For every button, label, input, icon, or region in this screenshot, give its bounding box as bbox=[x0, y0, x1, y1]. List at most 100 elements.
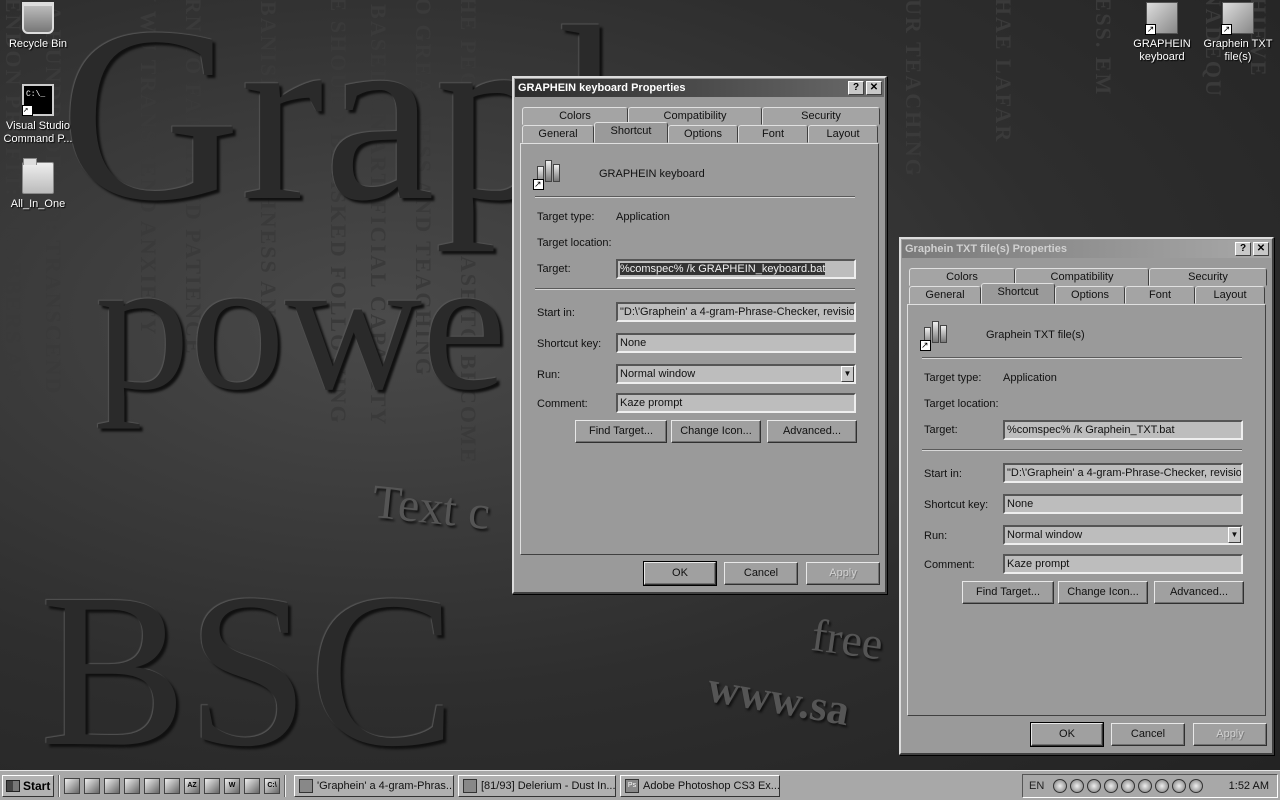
cancel-button[interactable]: Cancel bbox=[724, 562, 798, 585]
tab-row-back: Colors Compatibility Security bbox=[522, 107, 880, 125]
close-button[interactable]: ✕ bbox=[1253, 242, 1269, 256]
chevron-down-icon[interactable]: ▼ bbox=[841, 366, 854, 382]
desktop-icon-label: All_In_One bbox=[10, 198, 66, 210]
target-field[interactable]: %comspec% /k GRAPHEIN_keyboard.bat bbox=[616, 259, 856, 279]
sort-az-icon[interactable]: AZ bbox=[184, 777, 200, 794]
task-label: 'Graphein' a 4-gram-Phras... bbox=[317, 779, 454, 792]
app-icon[interactable] bbox=[144, 777, 160, 794]
tab-layout[interactable]: Layout bbox=[1195, 286, 1265, 304]
command-prompt-icon[interactable]: C:\ bbox=[264, 777, 280, 794]
tab-security[interactable]: Security bbox=[762, 107, 880, 125]
desktop-icon-all-in-one[interactable]: All_In_One bbox=[0, 158, 76, 211]
desktop-icon-graphein-txt[interactable]: ↗ Graphein TXT file(s) bbox=[1200, 2, 1276, 64]
titlebar[interactable]: GRAPHEIN keyboard Properties ? ✕ bbox=[515, 79, 884, 97]
advanced-button[interactable]: Advanced... bbox=[767, 420, 857, 443]
target-field[interactable]: %comspec% /k Graphein_TXT.bat bbox=[1003, 420, 1243, 440]
language-indicator[interactable]: EN bbox=[1029, 780, 1044, 792]
cancel-button[interactable]: Cancel bbox=[1111, 723, 1185, 746]
globe-icon[interactable] bbox=[1087, 779, 1102, 793]
settings-icon[interactable] bbox=[104, 777, 120, 794]
find-target-button[interactable]: Find Target... bbox=[962, 581, 1054, 604]
start-in-field[interactable]: "D:\'Graphein' a 4-gram-Phrase-Checker, … bbox=[1003, 463, 1243, 483]
comment-field[interactable]: Kaze prompt bbox=[616, 393, 856, 413]
shortcut-key-field[interactable]: None bbox=[1003, 494, 1243, 514]
tab-options[interactable]: Options bbox=[668, 125, 738, 143]
taskbar-button-media-player[interactable]: [81/93] Delerium - Dust In... bbox=[458, 774, 616, 797]
apply-button[interactable]: Apply bbox=[1193, 723, 1267, 746]
recycle-bin-icon bbox=[22, 2, 54, 34]
shortcut-key-field[interactable]: None bbox=[616, 333, 856, 353]
separator bbox=[922, 449, 1242, 451]
find-target-button[interactable]: Find Target... bbox=[575, 420, 667, 443]
desktop-icon-recycle-bin[interactable]: Recycle Bin bbox=[0, 2, 76, 51]
taskbar-button-photoshop[interactable]: Ps Adobe Photoshop CS3 Ex... bbox=[620, 774, 780, 797]
help-button[interactable]: ? bbox=[848, 81, 864, 95]
desktop-icon-graphein-keyboard[interactable]: ↗ GRAPHEIN keyboard bbox=[1124, 2, 1200, 64]
titlebar[interactable]: Graphein TXT file(s) Properties ? ✕ bbox=[902, 240, 1271, 258]
wallpaper-column: LESS. EM bbox=[1091, 0, 1116, 97]
comment-field[interactable]: Kaze prompt bbox=[1003, 554, 1243, 574]
tab-font[interactable]: Font bbox=[738, 125, 808, 143]
clock-app-icon[interactable] bbox=[1155, 779, 1170, 793]
close-button[interactable]: ✕ bbox=[866, 81, 882, 95]
run-select[interactable]: Normal window ▼ bbox=[1003, 525, 1243, 545]
graphein-keyboard-properties-dialog: GRAPHEIN keyboard Properties ? ✕ Colors … bbox=[512, 76, 887, 594]
shortcut-key-label: Shortcut key: bbox=[537, 338, 602, 350]
tab-layout[interactable]: Layout bbox=[808, 125, 878, 143]
system-clock[interactable]: 1:52 AM bbox=[1229, 780, 1269, 792]
apply-button[interactable]: Apply bbox=[806, 562, 880, 585]
ok-button[interactable]: OK bbox=[643, 561, 717, 586]
firefox-icon[interactable] bbox=[64, 777, 80, 794]
shortcut-tab-panel: ↗ Graphein TXT file(s) Target type: Appl… bbox=[907, 304, 1266, 716]
separator bbox=[535, 196, 855, 198]
run-select-value: Normal window bbox=[1007, 529, 1083, 541]
volume-icon[interactable] bbox=[1121, 779, 1136, 793]
comment-label: Comment: bbox=[924, 559, 975, 571]
tab-general[interactable]: General bbox=[522, 125, 594, 143]
chevron-down-icon[interactable]: ▼ bbox=[1228, 527, 1241, 543]
target-location-label: Target location: bbox=[537, 237, 612, 249]
antivirus-icon[interactable] bbox=[1070, 779, 1085, 793]
tab-font[interactable]: Font bbox=[1125, 286, 1195, 304]
tab-general[interactable]: General bbox=[909, 286, 981, 304]
wallpaper-subtitle: Text c bbox=[369, 475, 493, 541]
sync-icon[interactable] bbox=[1104, 779, 1119, 793]
taskbar: Start AZ W C:\ 'Graphein' a 4-gram-Phras… bbox=[0, 770, 1280, 800]
tab-security[interactable]: Security bbox=[1149, 268, 1267, 286]
run-select[interactable]: Normal window ▼ bbox=[616, 364, 856, 384]
graphein-shortcut-icon: ↗ bbox=[920, 317, 952, 351]
wallpaper-column: CHAE LAFAR bbox=[991, 0, 1016, 144]
media-icon[interactable] bbox=[84, 777, 100, 794]
word-icon[interactable]: W bbox=[224, 777, 240, 794]
separator bbox=[922, 357, 1242, 359]
change-icon-button[interactable]: Change Icon... bbox=[1058, 581, 1148, 604]
shortcut-name: GRAPHEIN keyboard bbox=[599, 168, 705, 180]
power-icon[interactable] bbox=[1138, 779, 1153, 793]
shortcut-tab-panel: ↗ GRAPHEIN keyboard Target type: Applica… bbox=[520, 143, 879, 555]
advanced-button[interactable]: Advanced... bbox=[1154, 581, 1244, 604]
tools-icon[interactable] bbox=[244, 777, 260, 794]
command-prompt-icon: C:\_ ↗ bbox=[22, 84, 54, 116]
change-icon-button[interactable]: Change Icon... bbox=[671, 420, 761, 443]
separator bbox=[284, 774, 286, 797]
tab-shortcut[interactable]: Shortcut bbox=[594, 122, 668, 143]
start-in-field[interactable]: "D:\'Graphein' a 4-gram-Phrase-Checker, … bbox=[616, 302, 856, 322]
search-icon[interactable] bbox=[1189, 779, 1204, 793]
start-button[interactable]: Start bbox=[2, 774, 54, 797]
ok-button[interactable]: OK bbox=[1030, 722, 1104, 747]
update-icon[interactable] bbox=[1172, 779, 1187, 793]
help-button[interactable]: ? bbox=[1235, 242, 1251, 256]
taskbar-button-graphein-folder[interactable]: 'Graphein' a 4-gram-Phras... bbox=[294, 774, 454, 797]
tab-shortcut[interactable]: Shortcut bbox=[981, 283, 1055, 304]
tab-options[interactable]: Options bbox=[1055, 286, 1125, 304]
quick-launch: AZ W C:\ bbox=[64, 777, 280, 794]
user-icon[interactable] bbox=[164, 777, 180, 794]
target-location-label: Target location: bbox=[924, 398, 999, 410]
folder-icon[interactable] bbox=[124, 777, 140, 794]
wallpaper-title-line: BSC bbox=[40, 548, 456, 770]
browser-icon[interactable] bbox=[204, 777, 220, 794]
shortcut-arrow-icon: ↗ bbox=[533, 179, 544, 190]
desktop-icon-visual-studio-command-prompt[interactable]: C:\_ ↗ Visual Studio Command P... bbox=[0, 84, 76, 146]
network-icon[interactable] bbox=[1053, 779, 1068, 793]
system-tray: EN 1:52 AM bbox=[1022, 774, 1278, 798]
